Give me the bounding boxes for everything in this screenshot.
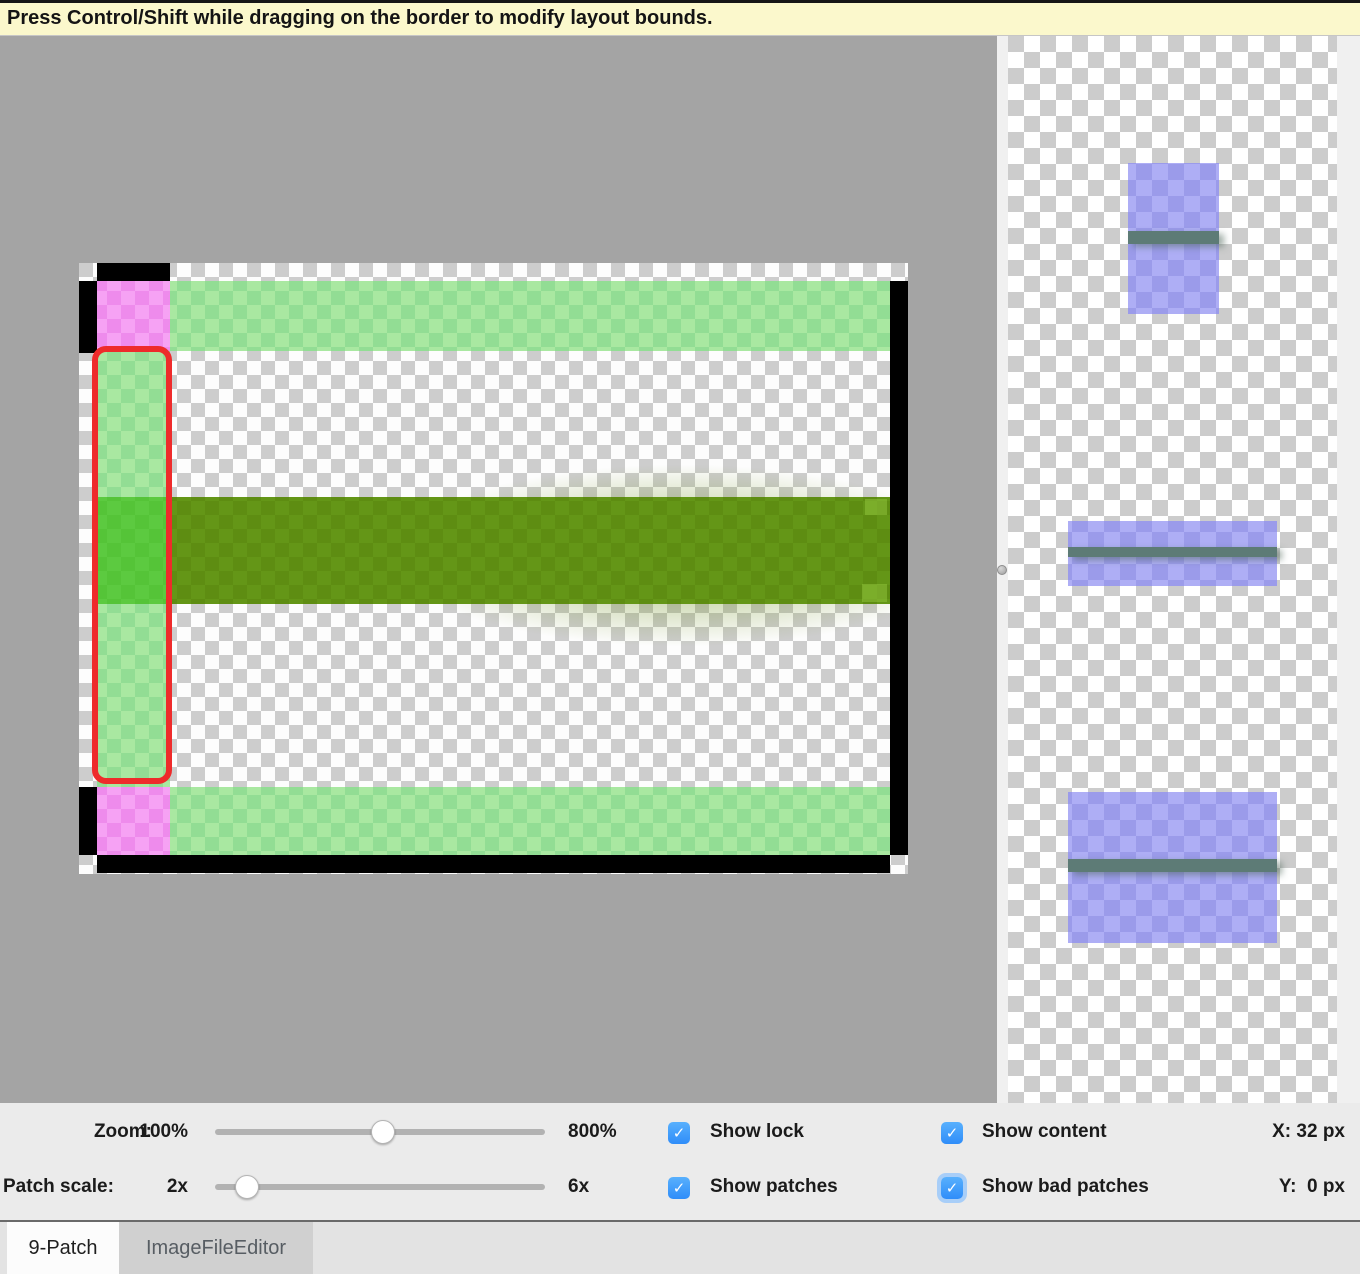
zoom-slider-thumb[interactable] (371, 1120, 395, 1144)
check-icon: ✓ (946, 1179, 959, 1197)
editor-canvas[interactable] (0, 36, 997, 1103)
info-banner-text: Press Control/Shift while dragging on th… (7, 7, 713, 29)
patch-scale-max-label: 6x (568, 1175, 589, 1199)
tab-imagefileeditor[interactable]: ImageFileEditor (119, 1222, 313, 1274)
preview-panel (1008, 36, 1337, 1103)
tab-bar: 9-Patch ImageFileEditor (0, 1220, 1360, 1274)
label-show-content: Show content (982, 1120, 1107, 1144)
controls-bar: Zoom: 100% 800% ✓ Show lock ✓ Show conte… (0, 1103, 1360, 1220)
corner-patch-bottom-left (97, 787, 170, 855)
label-show-lock: Show lock (710, 1120, 804, 1144)
splitter-handle-icon[interactable] (997, 565, 1007, 575)
preview-content-bar (1068, 547, 1277, 557)
checkbox-show-patches[interactable]: ✓ (668, 1177, 690, 1199)
patch-marker-left-upper[interactable] (79, 281, 97, 353)
content-band (170, 497, 890, 604)
patch-scale-slider-track[interactable] (215, 1184, 545, 1190)
patch-marker-top[interactable] (97, 263, 170, 281)
workspace (0, 36, 1360, 1103)
tab-9patch[interactable]: 9-Patch (7, 1222, 119, 1274)
stretch-strip-bottom (170, 787, 890, 855)
label-show-bad-patches: Show bad patches (982, 1175, 1149, 1199)
checkbox-show-bad-patches[interactable]: ✓ (941, 1177, 963, 1199)
coord-x: X: 32 px (1230, 1120, 1345, 1144)
tab-label: ImageFileEditor (146, 1237, 286, 1260)
patch-scale-value: 2x (120, 1175, 188, 1199)
preview-content-bar (1068, 859, 1277, 872)
preview-content-bar (1128, 231, 1219, 244)
corner-patch-top-left (97, 281, 170, 351)
patch-marker-left-lower[interactable] (79, 787, 97, 855)
right-gutter (1337, 36, 1360, 1103)
preview-stretched-wide (1068, 521, 1277, 586)
checkbox-show-content[interactable]: ✓ (941, 1122, 963, 1144)
coord-y: Y: 0 px (1230, 1175, 1345, 1199)
zoom-max-label: 800% (568, 1120, 617, 1144)
padding-marker-right[interactable] (890, 281, 908, 855)
patch-scale-slider-thumb[interactable] (235, 1175, 259, 1199)
bad-patch-outline (92, 346, 172, 784)
content-band-notch-top (865, 499, 887, 515)
zoom-value: 100% (120, 1120, 188, 1144)
check-icon: ✓ (946, 1124, 959, 1142)
ninepatch-image[interactable] (79, 263, 908, 874)
label-show-patches: Show patches (710, 1175, 838, 1199)
check-icon: ✓ (673, 1179, 686, 1197)
info-banner: Press Control/Shift while dragging on th… (0, 0, 1360, 36)
stretch-strip-top (170, 281, 890, 351)
preview-stretched-tall (1128, 163, 1219, 314)
check-icon: ✓ (673, 1124, 686, 1142)
tab-label: 9-Patch (29, 1237, 98, 1260)
content-band-notch-bottom (862, 584, 887, 602)
padding-marker-bottom[interactable] (97, 855, 890, 873)
patch-scale-label: Patch scale: (3, 1175, 114, 1199)
preview-stretched-large (1068, 792, 1277, 943)
checkbox-show-lock[interactable]: ✓ (668, 1122, 690, 1144)
panel-splitter[interactable] (997, 36, 1008, 1103)
